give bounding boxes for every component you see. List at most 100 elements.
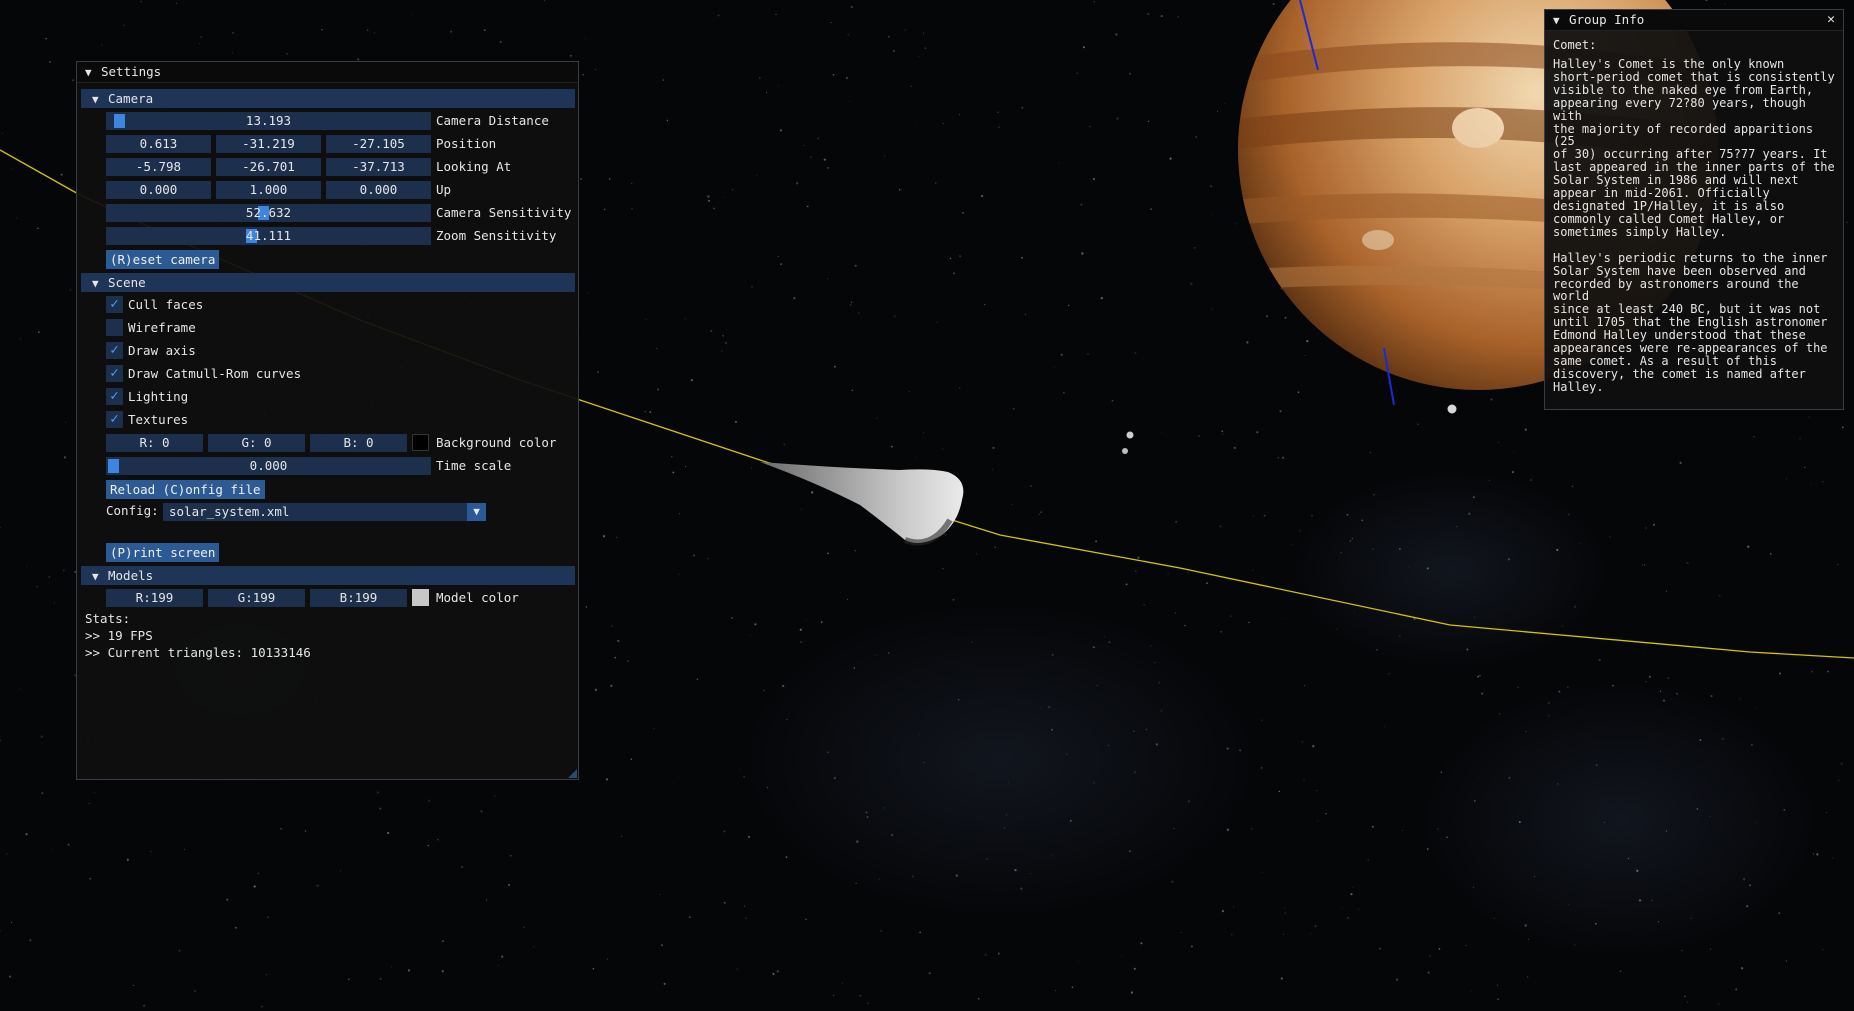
star <box>52 849 53 851</box>
star <box>60 173 63 176</box>
zoom-sensitivity-label: Zoom Sensitivity <box>436 228 557 243</box>
camera-sensitivity-slider[interactable]: 52.632 <box>106 204 431 222</box>
model-r-field[interactable]: R:199 <box>106 589 203 607</box>
up-y-value: 1.000 <box>249 182 288 197</box>
model-g-field[interactable]: G:199 <box>208 589 305 607</box>
star <box>1055 989 1056 991</box>
star <box>1280 977 1283 980</box>
star <box>936 322 938 324</box>
collapse-arrow-icon[interactable]: ▼ <box>1553 11 1569 31</box>
models-header[interactable]: ▼ Models <box>81 566 575 585</box>
star <box>1350 893 1353 896</box>
star <box>777 85 779 87</box>
up-x-field[interactable]: 0.000 <box>106 181 211 199</box>
star <box>1709 815 1711 817</box>
star <box>1175 521 1177 523</box>
star <box>883 155 886 157</box>
position-y-field[interactable]: -31.219 <box>216 135 321 153</box>
star <box>1709 948 1712 950</box>
star <box>630 758 633 760</box>
background-g-field[interactable]: G: 0 <box>208 434 305 452</box>
star <box>1465 944 1467 947</box>
group-info-title-bar[interactable]: ▼ Group Info ✕ <box>1545 10 1843 31</box>
star <box>1379 947 1381 950</box>
star <box>1746 905 1749 908</box>
config-dropdown[interactable]: solar_system.xml ▼ <box>163 503 486 521</box>
star <box>494 795 496 797</box>
draw-axis-label: Draw axis <box>128 343 196 358</box>
time-scale-value: 0.000 <box>249 458 288 473</box>
star <box>450 30 453 33</box>
star <box>1282 618 1284 619</box>
up-z-field[interactable]: 0.000 <box>326 181 431 199</box>
star <box>908 390 910 392</box>
scene-header[interactable]: ▼ Scene <box>81 273 575 292</box>
star <box>1209 185 1213 188</box>
reload-config-button[interactable]: Reload (C)onfig file <box>106 480 265 499</box>
star <box>759 77 761 79</box>
star <box>1822 481 1824 483</box>
draw-axis-checkbox[interactable]: ✓ <box>106 342 123 359</box>
star <box>800 508 802 510</box>
star <box>1429 955 1431 957</box>
collapse-arrow-icon[interactable]: ▼ <box>85 63 101 83</box>
star <box>823 158 826 161</box>
catmull-rom-checkbox[interactable]: ✓ <box>106 365 123 382</box>
background-color-swatch[interactable] <box>412 434 429 451</box>
star <box>615 536 618 539</box>
star <box>1011 503 1013 505</box>
star <box>776 970 779 973</box>
star <box>1248 621 1250 624</box>
wireframe-checkbox[interactable] <box>106 319 123 336</box>
settings-window[interactable]: ▼ Settings ▼ Camera 13.193 Camera Distance… <box>76 61 579 780</box>
print-screen-button[interactable]: (P)rint screen <box>106 543 220 562</box>
close-icon[interactable]: ✕ <box>1827 10 1835 30</box>
position-z-field[interactable]: -27.105 <box>326 135 431 153</box>
star <box>649 411 652 414</box>
star <box>387 831 390 835</box>
dropdown-arrow-icon[interactable]: ▼ <box>467 503 486 521</box>
camera-header[interactable]: ▼ Camera <box>81 89 575 108</box>
star <box>1426 567 1429 570</box>
wireframe-label: Wireframe <box>128 320 196 335</box>
reset-camera-button[interactable]: (R)eset camera <box>106 250 220 269</box>
up-y-field[interactable]: 1.000 <box>216 181 321 199</box>
star <box>614 656 617 659</box>
star <box>1147 12 1150 16</box>
resize-grip[interactable] <box>568 769 577 778</box>
group-info-window[interactable]: ▼ Group Info ✕ Comet: Halley's Comet is t… <box>1544 9 1844 410</box>
star <box>923 762 925 763</box>
star <box>1171 880 1174 883</box>
camera-distance-slider[interactable]: 13.193 <box>106 112 431 130</box>
lighting-checkbox[interactable]: ✓ <box>106 388 123 405</box>
settings-title-bar[interactable]: ▼ Settings <box>77 62 578 83</box>
star <box>1226 828 1230 831</box>
star <box>441 940 444 943</box>
star <box>620 835 622 837</box>
time-scale-slider[interactable]: 0.000 <box>106 457 431 475</box>
slider-grab[interactable] <box>114 114 125 128</box>
star <box>1115 33 1118 36</box>
star <box>357 7 359 9</box>
zoom-sensitivity-slider[interactable]: 41.111 <box>106 227 431 245</box>
star <box>696 678 699 681</box>
star <box>1133 967 1136 970</box>
star <box>891 833 894 837</box>
looking-at-y-field[interactable]: -26.701 <box>216 158 321 176</box>
textures-checkbox[interactable]: ✓ <box>106 411 123 428</box>
background-b-field[interactable]: B: 0 <box>310 434 407 452</box>
cull-faces-checkbox[interactable]: ✓ <box>106 296 123 313</box>
star <box>366 29 369 31</box>
model-color-swatch[interactable] <box>412 589 429 606</box>
star <box>1662 699 1666 702</box>
background-r-field[interactable]: R: 0 <box>106 434 203 452</box>
star <box>200 35 203 38</box>
slider-grab[interactable] <box>108 459 119 473</box>
looking-at-z-field[interactable]: -37.713 <box>326 158 431 176</box>
star <box>582 73 585 76</box>
star <box>855 882 857 885</box>
star <box>992 446 995 449</box>
model-b-field[interactable]: B:199 <box>310 589 407 607</box>
looking-at-x-field[interactable]: -5.798 <box>106 158 211 176</box>
position-x-field[interactable]: 0.613 <box>106 135 211 153</box>
